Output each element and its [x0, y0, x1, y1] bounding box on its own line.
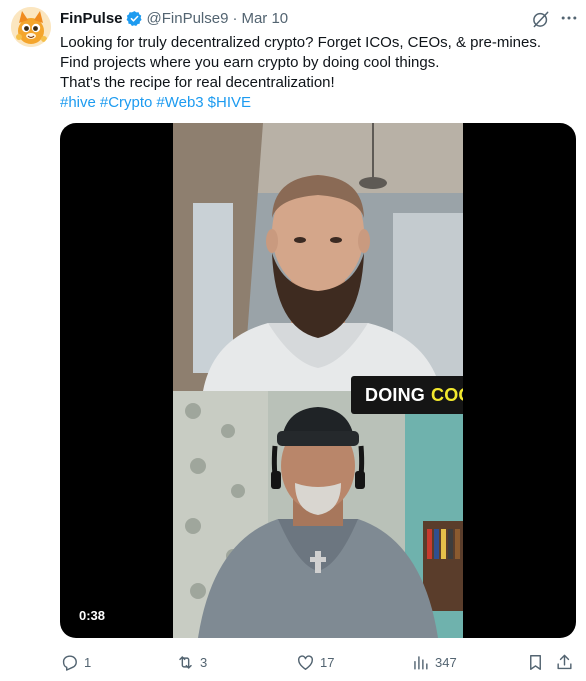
avatar[interactable] — [11, 7, 51, 47]
repost-button[interactable]: 3 — [176, 651, 207, 673]
action-bar: 1 3 17 347 — [60, 651, 576, 673]
author-name[interactable]: FinPulse — [60, 10, 123, 27]
tweet-date[interactable]: Mar 10 — [241, 10, 288, 27]
bookmark-icon — [530, 654, 541, 670]
hashtag-link[interactable]: #Web3 — [156, 94, 203, 111]
more-icon[interactable] — [559, 8, 579, 28]
reply-count: 1 — [84, 654, 92, 670]
repost-count: 3 — [200, 654, 208, 670]
hashtag-link[interactable]: #Crypto — [100, 94, 153, 111]
tweet-header: FinPulse @FinPulse9 · Mar 10 — [60, 8, 288, 28]
video-timestamp: 0:38 — [79, 608, 106, 623]
share-button[interactable] — [555, 651, 579, 673]
hashtags: #hive #Crypto #Web3 $HIVE — [60, 93, 575, 113]
top-speaker-video-scene — [173, 123, 463, 391]
like-count: 17 — [320, 654, 335, 670]
views-button[interactable]: 347 — [411, 651, 457, 673]
video-frame: DOING COOL — [173, 123, 463, 638]
bookmark-button[interactable] — [526, 651, 550, 673]
bottom-speaker-video-scene — [173, 391, 463, 638]
author-handle[interactable]: @FinPulse9 — [147, 10, 229, 27]
cartoon-cat-avatar-icon — [11, 7, 51, 47]
like-button[interactable]: 17 — [296, 651, 334, 673]
like-icon — [297, 654, 314, 670]
grok-icon[interactable] — [531, 9, 551, 29]
reply-button[interactable]: 1 — [60, 651, 91, 673]
share-icon — [557, 654, 572, 669]
views-count: 347 — [435, 654, 457, 670]
tweet-text-line-2: Find projects where you earn crypto by d… — [60, 54, 440, 71]
tweet-text-line-1: Looking for truly decentralized crypto? … — [60, 34, 542, 51]
caption-word-doing: DOING — [365, 384, 426, 405]
hashtag-link[interactable]: #hive — [60, 94, 96, 111]
tweet-text-line-3: That's the recipe for real decentralizat… — [60, 74, 335, 91]
views-icon — [414, 655, 428, 670]
caption-word-cool: COOL — [431, 384, 463, 405]
separator-dot: · — [232, 9, 238, 27]
tweet-text: Looking for truly decentralized crypto? … — [60, 33, 575, 113]
tweet[interactable]: FinPulse @FinPulse9 · Mar 10 Looking for… — [0, 0, 586, 681]
repost-icon — [179, 655, 192, 669]
video-caption-overlay: DOING COOL — [351, 376, 463, 414]
reply-icon — [62, 654, 77, 671]
cashtag-link[interactable]: $HIVE — [208, 94, 251, 111]
verified-badge-icon — [126, 10, 143, 27]
video-player[interactable]: DOING COOL 0:38 — [60, 123, 576, 638]
